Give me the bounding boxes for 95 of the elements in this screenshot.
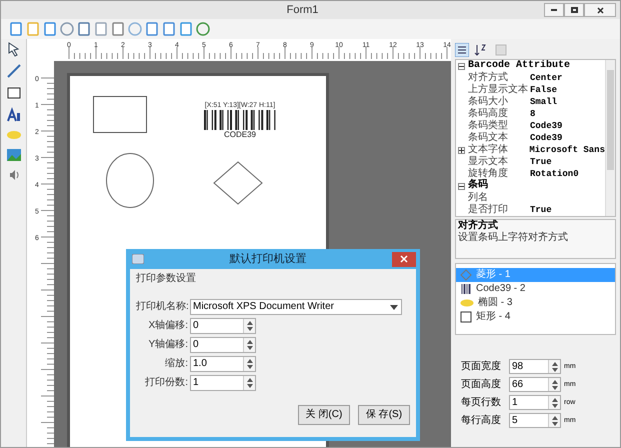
dialog-button[interactable]: 保 存(S) xyxy=(358,405,410,425)
rectangle-icon[interactable] xyxy=(6,85,22,101)
close-icon xyxy=(596,6,604,14)
property-value: Code39 xyxy=(530,120,562,132)
property-value: Rotation0 xyxy=(530,168,579,180)
setting-label: 每行高度 xyxy=(461,414,502,426)
property-value: Small xyxy=(530,96,558,108)
property-value: 8 xyxy=(530,108,536,120)
group-title: 打印参数设置 xyxy=(136,273,197,285)
diamond-icon xyxy=(460,269,472,281)
field-label: X轴偏移: xyxy=(148,320,188,332)
property-name: 条码文本 xyxy=(468,132,509,144)
image-icon[interactable] xyxy=(6,147,22,163)
speaker-icon[interactable] xyxy=(8,169,20,181)
sort-icon[interactable] xyxy=(473,43,487,57)
close-button[interactable] xyxy=(584,3,616,17)
number-field[interactable]: 0 xyxy=(190,318,256,334)
field-label: 缩放: xyxy=(164,358,188,370)
rectangle-shape xyxy=(93,96,147,133)
collapse-icon[interactable] xyxy=(458,62,465,70)
setting-label: 页面高度 xyxy=(461,378,502,390)
number-field[interactable]: 1 xyxy=(190,375,256,391)
spin-buttons[interactable] xyxy=(243,376,255,390)
field-label: 打印机名称: xyxy=(136,301,188,313)
barcode-bars xyxy=(204,110,276,130)
spin-buttons[interactable] xyxy=(548,360,560,373)
text-icon[interactable] xyxy=(6,107,22,123)
close-icon xyxy=(400,255,408,263)
toolbar-icon[interactable] xyxy=(9,22,23,36)
line-icon[interactable] xyxy=(6,63,22,79)
property-name: 条码高度 xyxy=(468,108,509,120)
category-title: Barcode Attribute xyxy=(468,60,570,72)
property-name: 是否打印 xyxy=(468,204,509,216)
dialog-button[interactable]: 关 闭(C) xyxy=(298,405,350,425)
printer-dropdown[interactable]: Microsoft XPS Document Writer xyxy=(190,299,402,315)
property-name: 文本字体 xyxy=(468,144,509,156)
diamond-shape xyxy=(213,161,263,205)
toolbar-icon[interactable] xyxy=(162,22,176,36)
pointer-icon[interactable] xyxy=(6,41,22,57)
property-value: Microsoft Sans xyxy=(529,144,605,156)
property-value: Code39 xyxy=(530,132,562,144)
property-name: 条码类型 xyxy=(468,120,509,132)
expand-icon[interactable] xyxy=(458,146,466,154)
toolbar-icon[interactable] xyxy=(196,22,210,36)
property-name: 上方显示文本 xyxy=(468,84,529,96)
ellipse-shape xyxy=(105,152,155,209)
spin-buttons[interactable] xyxy=(548,378,560,391)
toolbar-icon[interactable] xyxy=(77,22,91,36)
category-title: 条码 xyxy=(468,180,488,192)
caret-icon xyxy=(390,304,398,310)
field-label: Y轴偏移: xyxy=(148,339,188,351)
property-value: True xyxy=(530,204,552,216)
toolbar-icon[interactable] xyxy=(111,22,125,36)
setting-label: 每页行数 xyxy=(461,396,502,408)
dialog-title: 默认打印机设置 xyxy=(228,252,308,266)
spin-buttons[interactable] xyxy=(548,414,560,427)
window-title: Form1 xyxy=(286,3,320,17)
layer-item[interactable]: 椭圆 - 3 xyxy=(456,296,615,310)
property-value: True xyxy=(530,156,552,168)
description-title: 对齐方式 xyxy=(458,220,499,232)
maximize-button[interactable] xyxy=(564,3,584,17)
spin-buttons[interactable] xyxy=(243,357,255,371)
barcode-text: CODE39 xyxy=(224,130,256,140)
barcode-icon xyxy=(460,283,472,295)
number-field[interactable]: 98 xyxy=(509,359,561,374)
property-name: 条码大小 xyxy=(468,96,509,108)
property-value: Center xyxy=(530,72,562,84)
spin-buttons[interactable] xyxy=(243,338,255,352)
property-value: False xyxy=(530,84,558,96)
number-field[interactable]: 1 xyxy=(509,395,561,410)
property-name: 列名 xyxy=(468,192,489,204)
collapse-icon[interactable] xyxy=(458,182,465,190)
number-field[interactable]: 1.0 xyxy=(190,356,256,372)
toolbar-icon[interactable] xyxy=(43,22,57,36)
number-field[interactable]: 5 xyxy=(509,413,561,428)
spin-buttons[interactable] xyxy=(243,319,255,333)
app-icon xyxy=(132,254,144,264)
rectangle-icon xyxy=(460,311,472,323)
ellipse-icon xyxy=(460,298,474,308)
layer-item[interactable]: Code39 - 2 xyxy=(456,282,615,296)
spin-buttons[interactable] xyxy=(548,396,560,409)
property-name: 对齐方式 xyxy=(468,72,509,84)
minimize-button[interactable] xyxy=(544,3,564,17)
layer-item[interactable]: 矩形 - 4 xyxy=(456,310,615,324)
number-field[interactable]: 0 xyxy=(190,337,256,353)
number-field[interactable]: 66 xyxy=(509,377,561,392)
property-name: 显示文本 xyxy=(468,156,509,168)
toolbar-icon[interactable] xyxy=(179,22,193,36)
toolbar-icon[interactable] xyxy=(145,22,159,36)
setting-label: 页面宽度 xyxy=(461,360,502,372)
field-label: 打印份数: xyxy=(144,377,188,389)
description-text: 设置条码上字符对齐方式 xyxy=(458,232,569,244)
categorized-icon[interactable] xyxy=(455,43,469,57)
toolbar-icon[interactable] xyxy=(60,22,74,36)
property-name: 旋转角度 xyxy=(468,168,509,179)
